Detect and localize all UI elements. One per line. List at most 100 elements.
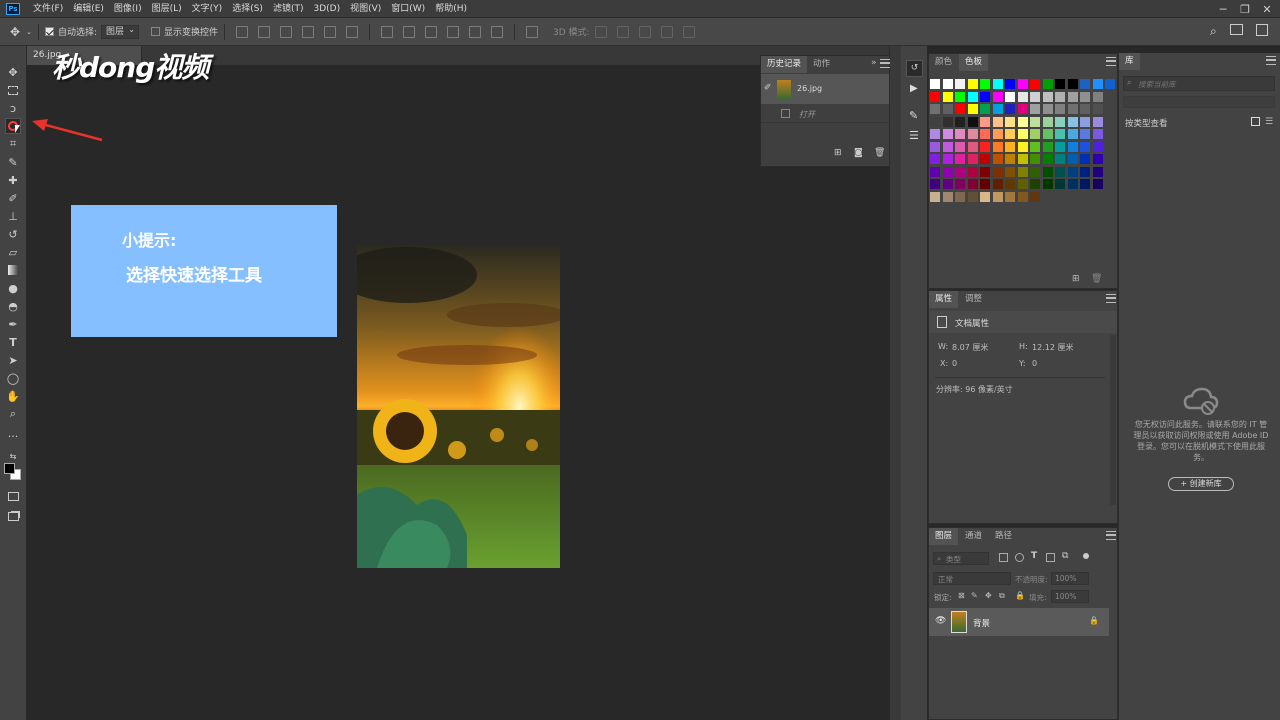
create-library-button[interactable]: + 创建新库	[1168, 477, 1234, 491]
menu-help[interactable]: 帮助(H)	[430, 0, 472, 18]
panel-menu-icon[interactable]	[1106, 531, 1116, 540]
tab-actions[interactable]: 动作	[807, 56, 836, 73]
library-select-dropdown[interactable]	[1123, 96, 1275, 108]
align-center-icon[interactable]	[324, 25, 337, 38]
color-swatch[interactable]	[1005, 129, 1015, 139]
menu-select[interactable]: 选择(S)	[227, 0, 268, 18]
menu-view[interactable]: 视图(V)	[345, 0, 386, 18]
color-swatch[interactable]	[942, 154, 953, 164]
color-swatch[interactable]	[992, 154, 1003, 164]
workspace-icon[interactable]	[1230, 24, 1243, 35]
color-swatch[interactable]	[1080, 91, 1090, 102]
color-swatch[interactable]	[1055, 104, 1065, 114]
3d-pan-icon[interactable]	[638, 25, 651, 38]
color-swatch[interactable]	[1030, 129, 1040, 139]
shape-filter-icon[interactable]	[1046, 553, 1055, 562]
history-brush-tool-icon[interactable]: ↺	[5, 226, 21, 242]
color-swatch[interactable]	[980, 79, 990, 89]
color-swatch[interactable]	[1092, 166, 1103, 177]
color-swatch[interactable]	[930, 79, 940, 89]
distribute-center-icon[interactable]	[469, 25, 482, 38]
color-swatch[interactable]	[1092, 116, 1103, 127]
color-swatch[interactable]	[1067, 79, 1078, 89]
color-swatch[interactable]	[980, 116, 990, 127]
color-swatch[interactable]	[1030, 79, 1040, 89]
history-panel-icon[interactable]: ↺	[906, 60, 923, 77]
3d-orbit-icon[interactable]	[594, 25, 607, 38]
tab-history[interactable]: 历史记录	[761, 56, 808, 73]
color-swatch[interactable]	[1080, 104, 1090, 114]
layer-row-background[interactable]: 👁 背景 🔒	[929, 608, 1109, 636]
color-swatch[interactable]	[1067, 166, 1078, 177]
align-bottom-icon[interactable]	[280, 25, 293, 38]
color-swatch[interactable]	[1030, 91, 1040, 102]
color-swatch[interactable]	[1067, 141, 1078, 152]
color-swatch[interactable]	[1030, 166, 1040, 177]
color-swatch[interactable]	[1042, 154, 1053, 164]
blur-tool-icon[interactable]: ●	[5, 280, 21, 296]
menu-3d[interactable]: 3D(D)	[308, 0, 345, 18]
color-swatch[interactable]	[967, 154, 978, 164]
color-swatch[interactable]	[1017, 116, 1028, 127]
x-value[interactable]: 0	[952, 359, 957, 368]
menu-edit[interactable]: 编辑(E)	[68, 0, 109, 18]
3d-roll-icon[interactable]	[616, 25, 629, 38]
color-swatch[interactable]	[1042, 179, 1053, 189]
color-swatch[interactable]	[967, 91, 978, 102]
screen-mode-icon[interactable]	[5, 508, 21, 524]
color-swatch[interactable]	[967, 179, 978, 189]
menu-window[interactable]: 窗口(W)	[386, 0, 430, 18]
menu-filter[interactable]: 滤镜(T)	[268, 0, 309, 18]
color-swatch[interactable]	[967, 79, 978, 89]
color-swatch[interactable]	[942, 104, 953, 114]
marquee-tool-icon[interactable]	[5, 82, 21, 98]
move-tool-icon[interactable]: ✥	[5, 64, 21, 80]
color-swatch[interactable]	[1030, 116, 1040, 127]
tab-paths[interactable]: 路径	[989, 528, 1018, 545]
color-swatch[interactable]	[1092, 179, 1103, 189]
color-swatch[interactable]	[955, 79, 965, 89]
color-swatch[interactable]	[980, 179, 990, 189]
lasso-tool-icon[interactable]: ↄ	[5, 100, 21, 116]
color-swatch[interactable]	[992, 141, 1003, 152]
panel-menu-icon[interactable]	[880, 59, 890, 68]
color-swatch[interactable]	[955, 191, 965, 202]
minimize-icon[interactable]: ─	[1212, 0, 1234, 18]
color-swatch[interactable]	[1030, 104, 1040, 114]
color-swatch[interactable]	[992, 104, 1003, 114]
trash-icon[interactable]: 🗑	[874, 148, 885, 158]
panel-menu-icon[interactable]	[1266, 56, 1276, 65]
y-value[interactable]: 0	[1032, 359, 1037, 368]
distribute-middle-icon[interactable]	[403, 25, 416, 38]
menu-layer[interactable]: 图层(L)	[147, 0, 187, 18]
tab-color[interactable]: 颜色	[929, 54, 958, 71]
auto-align-icon[interactable]	[526, 25, 539, 38]
color-swatch[interactable]	[1067, 179, 1078, 189]
zoom-tool-icon[interactable]: ⌕	[5, 406, 21, 422]
properties-scrollbar[interactable]	[1110, 335, 1116, 505]
color-swatch[interactable]	[1055, 166, 1065, 177]
fill-field[interactable]: 100%	[1051, 590, 1089, 603]
layer-lock-icon[interactable]: 🔒	[1089, 616, 1099, 625]
color-swatch[interactable]	[942, 191, 953, 202]
align-middle-icon[interactable]	[258, 25, 271, 38]
pen-tool-icon[interactable]: ✒	[5, 316, 21, 332]
color-swatch[interactable]	[1055, 154, 1065, 164]
color-swatch[interactable]	[1005, 104, 1015, 114]
eyedropper-tool-icon[interactable]: ✎	[5, 154, 21, 170]
color-swatch[interactable]	[1080, 129, 1090, 139]
color-swatch[interactable]	[955, 141, 965, 152]
lock-transparent-icon[interactable]: ⊠	[958, 591, 965, 600]
history-snapshot-row[interactable]: ✐ 26.jpg	[761, 74, 889, 104]
adjustments-icon[interactable]: ☰	[909, 129, 919, 142]
history-brush-source-icon[interactable]: ✐	[764, 83, 772, 93]
grid-view-icon[interactable]	[1251, 117, 1260, 126]
list-view-icon[interactable]: ☰	[1265, 117, 1273, 127]
color-swatch[interactable]	[942, 141, 953, 152]
type-filter-icon[interactable]: T	[1031, 551, 1037, 561]
color-swatch[interactable]	[1005, 154, 1015, 164]
color-swatch[interactable]	[1055, 179, 1065, 189]
color-swatch[interactable]	[1080, 179, 1090, 189]
dodge-tool-icon[interactable]: ◓	[5, 298, 21, 314]
color-swatch[interactable]	[1042, 91, 1053, 102]
